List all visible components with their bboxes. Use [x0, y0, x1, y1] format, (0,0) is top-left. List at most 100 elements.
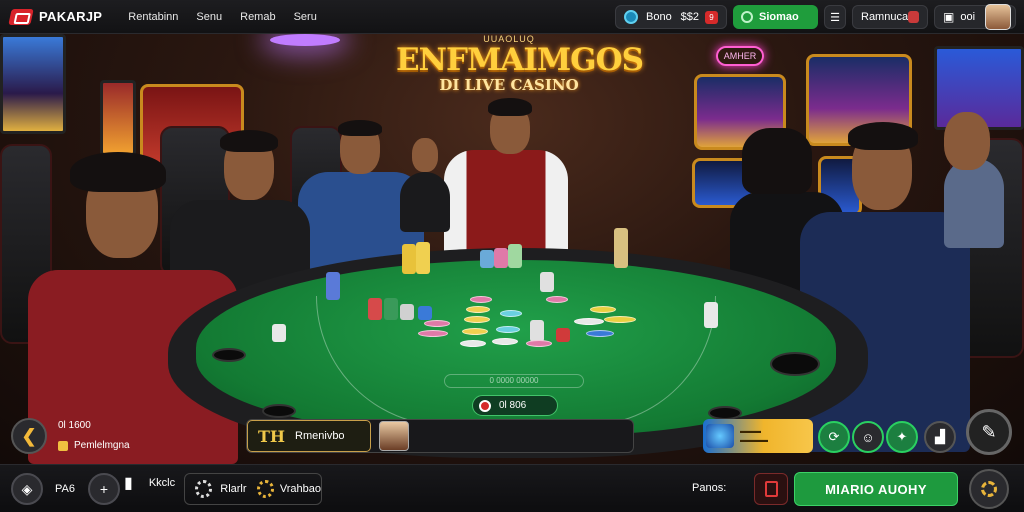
- wall-screen-left-2: [100, 80, 136, 156]
- chat-button[interactable]: ✎: [966, 409, 1012, 455]
- chip: [604, 316, 636, 323]
- avatar[interactable]: [985, 4, 1011, 30]
- wallet-icon: ▣: [943, 10, 955, 24]
- tip-button[interactable]: ✦: [886, 421, 918, 453]
- gift-icon: [908, 11, 919, 23]
- chip-stack: [494, 248, 508, 268]
- promo-button[interactable]: Ramnuca: [852, 5, 928, 29]
- chip: [418, 330, 448, 337]
- history-button[interactable]: [754, 473, 788, 505]
- chip: [492, 338, 518, 345]
- promo-label: Ramnuca: [861, 11, 909, 23]
- back-button[interactable]: ❮: [11, 418, 47, 454]
- chip: [470, 296, 492, 303]
- coin-icon: [624, 10, 638, 24]
- chip: [496, 326, 520, 333]
- dealer-tag: TH Rmenivbo: [247, 420, 371, 452]
- bottom-bar: ◈ PA6 + ▮ Kkclc Rlarlr Vrahbao Panos: MI…: [0, 464, 1024, 512]
- current-bet[interactable]: 0l 806: [472, 395, 558, 416]
- nav-link-2[interactable]: Senu: [196, 11, 222, 23]
- chip: [526, 340, 552, 347]
- chip-icon: [479, 399, 491, 412]
- wall-screen-left: [0, 34, 66, 134]
- refresh-button[interactable]: ⟳: [818, 421, 850, 453]
- settings-group[interactable]: Rlarlr Vrahbao: [184, 473, 322, 505]
- balance-pill[interactable]: Bono $$2 9: [615, 5, 727, 29]
- settings-label-2: Vrahbao: [279, 483, 321, 495]
- chip: [574, 318, 604, 325]
- nav-link-1[interactable]: Rentabinn: [128, 11, 178, 23]
- deposit-button[interactable]: Siomao: [733, 5, 818, 29]
- gear-icon: [981, 481, 997, 497]
- player-status: Pemlelmgna: [74, 440, 130, 451]
- place-bet-button[interactable]: MIARIO AUOHY: [794, 472, 958, 506]
- brand-logo[interactable]: PAKARJP: [8, 8, 103, 25]
- promo-card[interactable]: ▬▬▬ ▬▬▬▬: [703, 419, 813, 453]
- balance-value: $$2: [680, 11, 699, 23]
- dealer-avatar: [379, 421, 409, 451]
- chip-stack: [480, 250, 494, 268]
- bar-icon: ▮: [124, 475, 133, 492]
- menu-button[interactable]: ☰: [824, 5, 846, 29]
- chip-stack: [272, 324, 286, 342]
- settings-button[interactable]: [969, 469, 1009, 509]
- chart-icon: ▟: [935, 429, 945, 444]
- star-icon: ✦: [896, 429, 908, 444]
- deposit-icon: [741, 11, 753, 23]
- promo-card-text: ▬▬▬ ▬▬▬▬: [740, 428, 768, 444]
- panel-label-text: Panos:: [692, 482, 727, 494]
- list-icon: ☰: [830, 11, 840, 24]
- dealer-cam-button[interactable]: ☺: [852, 421, 884, 453]
- neon-small-sign: AMHER: [716, 46, 764, 66]
- balance-label: Bono: [646, 11, 672, 23]
- chip-stack: [556, 328, 570, 342]
- nav-link-3[interactable]: Remab: [240, 11, 275, 23]
- chip: [462, 328, 488, 335]
- brand-name: PAKARJP: [39, 9, 103, 24]
- user-menu[interactable]: ▣ ooi: [934, 4, 1016, 30]
- chip: [464, 316, 490, 323]
- wallet-icon: [58, 441, 68, 451]
- nav-link-4[interactable]: Seru: [294, 11, 317, 23]
- settings-label-1: Rlarlr: [220, 483, 247, 495]
- dealer-info-bar[interactable]: TH Rmenivbo: [246, 419, 634, 453]
- main-nav: Rentabinn Senu Remab Seru: [128, 11, 317, 23]
- deposit-label: Siomao: [759, 11, 799, 23]
- live-casino-scene: UUAOLUQ ENFMAIMGOS DI LIVE CASINO AMHER: [0, 34, 1024, 464]
- chips-menu[interactable]: ◈ PA6: [11, 473, 75, 505]
- chip: [590, 306, 616, 313]
- document-icon: [764, 481, 778, 497]
- top-bar: PAKARJP Rentabinn Senu Remab Seru Bono $…: [0, 0, 1024, 34]
- chat-bubble-icon: ✎: [981, 421, 997, 442]
- chips-menu-label: PA6: [55, 483, 75, 495]
- chip-stack: [614, 228, 628, 268]
- chip: [466, 306, 490, 313]
- cup-holder: [262, 404, 296, 418]
- refresh-icon: ⟳: [828, 429, 840, 444]
- chip: [500, 310, 522, 317]
- panel-label: Panos:: [692, 482, 726, 494]
- player-info: 0l 1600 Pemlelmgna: [58, 416, 130, 456]
- chip-stack: [368, 298, 382, 320]
- chip-stack: [540, 272, 554, 292]
- chevron-left-icon: ❮: [21, 425, 37, 446]
- add-button[interactable]: +: [88, 473, 120, 505]
- chip-stack: [530, 320, 544, 342]
- sign-title: ENFMAIMGOS: [396, 42, 644, 78]
- balance-info-value: 0l 1600: [58, 420, 91, 431]
- globe-icon: [706, 424, 734, 448]
- casino-neon-sign: UUAOLUQ ENFMAIMGOS DI LIVE CASINO: [396, 34, 644, 104]
- top-bar-actions: Bono $$2 9 Siomao ☰ Ramnuca ▣ ooi: [615, 4, 1016, 30]
- stats-button[interactable]: ▟: [924, 421, 956, 453]
- cup-holder: [212, 348, 246, 362]
- balance-badge: 9: [705, 10, 718, 24]
- logo-icon: [8, 8, 34, 25]
- chip: [546, 296, 568, 303]
- ceiling-light: [270, 34, 340, 46]
- felt-label: 0 0000 00000: [444, 374, 584, 388]
- chip-stack: [400, 304, 414, 320]
- chip-stack: [508, 244, 522, 268]
- chip: [424, 320, 450, 327]
- clock-button[interactable]: ▮ Kkclc: [124, 473, 175, 493]
- chip-stack: [326, 272, 340, 300]
